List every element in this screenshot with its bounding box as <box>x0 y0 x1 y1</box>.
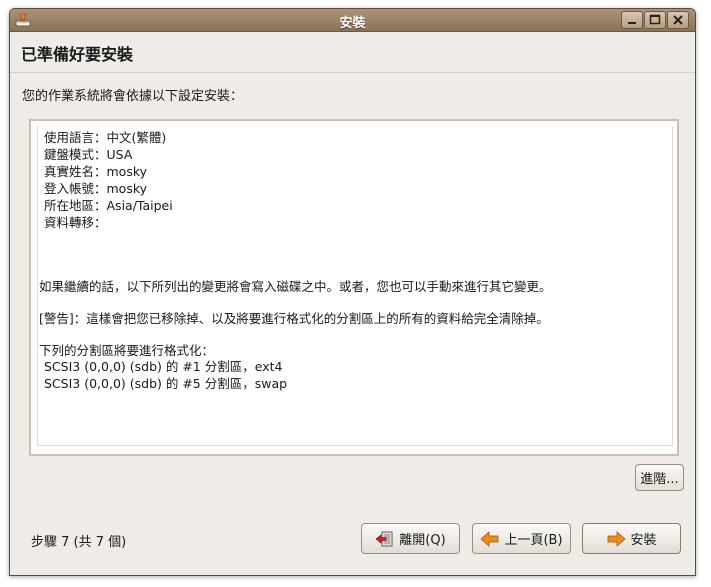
setting-migration: 資料轉移： <box>44 215 107 230</box>
step-indicator: 步驟 7 (共 7 個) <box>31 535 127 550</box>
back-button-label: 上一頁(B) <box>504 533 563 548</box>
minimize-icon <box>628 22 636 24</box>
intro-text: 您的作業系統將會依據以下設定安裝： <box>22 89 244 104</box>
exit-door-icon <box>375 531 395 547</box>
quit-button[interactable]: 離開(Q) <box>361 523 460 554</box>
window-title: 安裝 <box>339 16 366 31</box>
installer-window: 安裝 已準備好要安裝 您的作業系統將會依據以下設定安裝： 使用語言：中文(繁體)… <box>9 8 696 576</box>
summary-inner: 使用語言：中文(繁體) 鍵盤模式：USA 真實姓名：mosky 登入帳號：mos… <box>37 126 673 446</box>
page-title: 已準備好要安裝 <box>21 45 134 64</box>
title-bar[interactable]: 安裝 <box>10 9 695 32</box>
advanced-button-label: 進階... <box>640 472 679 487</box>
close-icon <box>673 15 683 25</box>
install-button[interactable]: 安裝 <box>582 523 681 554</box>
maximize-icon <box>649 14 661 25</box>
continue-note: 如果繼續的話，以下所列出的變更將會寫入磁碟之中。或者，您也可以手動來進行其它變更… <box>39 279 552 294</box>
back-button[interactable]: 上一頁(B) <box>472 523 571 554</box>
close-button[interactable] <box>667 11 689 29</box>
advanced-button[interactable]: 進階... <box>635 464 684 491</box>
install-button-label: 安裝 <box>630 533 657 548</box>
arrow-left-icon <box>480 530 500 547</box>
maximize-button[interactable] <box>644 11 666 29</box>
summary-text-area[interactable]: 使用語言：中文(繁體) 鍵盤模式：USA 真實姓名：mosky 登入帳號：mos… <box>29 119 679 456</box>
minimize-button[interactable] <box>621 11 643 29</box>
quit-button-label: 離開(Q) <box>399 533 446 548</box>
page-header: 已準備好要安裝 <box>10 32 695 73</box>
warning-text: [警告]：這樣會把您已移除掉、以及將要進行格式化的分割區上的所有的資料給完全清除… <box>39 311 549 326</box>
arrow-right-icon <box>606 530 627 547</box>
partition-item: SCSI3 (0,0,0) (sdb) 的 #5 分割區，swap <box>44 376 288 391</box>
